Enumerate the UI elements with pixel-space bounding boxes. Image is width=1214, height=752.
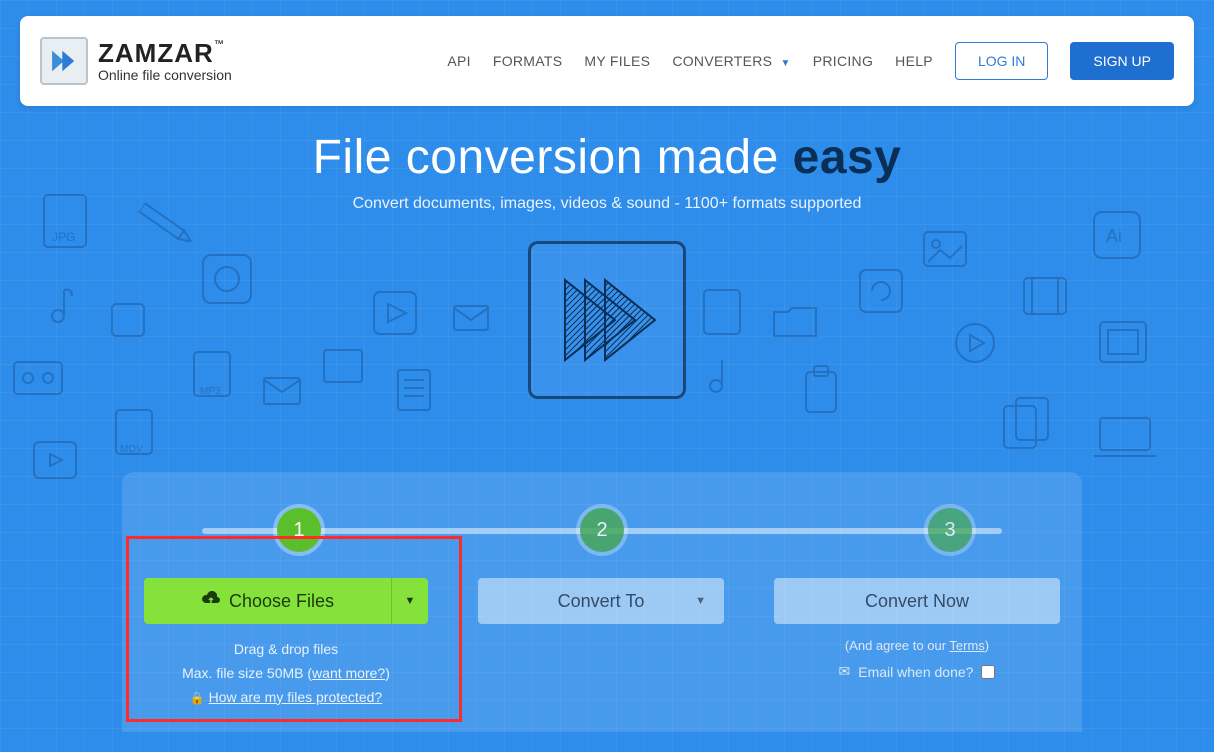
doodle-cassette-icon [10, 358, 66, 403]
choose-files-group: Choose Files ▼ [144, 578, 428, 624]
terms-agreement: (And agree to our Terms) [774, 638, 1060, 653]
choose-files-label: Choose Files [229, 591, 334, 612]
doodle-folder-icon [770, 300, 820, 345]
doodle-mail-icon [452, 304, 490, 337]
brand-name: ZAMZAR [98, 38, 214, 68]
doodle-ai-icon: Ai [1090, 208, 1144, 267]
step-1-column: Choose Files ▼ Drag & drop files Max. fi… [144, 578, 428, 709]
hero-title-strong: easy [793, 131, 902, 184]
mail-icon: ✉ [839, 663, 851, 680]
main-nav: API FORMATS MY FILES CONVERTERS ▼ PRICIN… [447, 42, 1174, 80]
doodle-envelope-icon [262, 376, 302, 411]
terms-suffix: ) [985, 638, 989, 653]
svg-text:Ai: Ai [1106, 226, 1122, 246]
step-track: 1 2 3 [182, 508, 1022, 552]
convert-now-button[interactable]: Convert Now [774, 578, 1060, 624]
choose-files-dropdown-button[interactable]: ▼ [392, 578, 428, 624]
step-indicator-1: 1 [277, 508, 321, 552]
steps-panel: 1 2 3 Choose Files ▼ Drag & drop files [122, 472, 1082, 732]
max-size-prefix: Max. file size 50MB ( [182, 665, 312, 681]
hero-logo-icon [528, 241, 686, 399]
doodle-note-icon [700, 356, 734, 401]
doodle-square-icon [108, 300, 148, 345]
nav-my-files[interactable]: MY FILES [584, 53, 650, 69]
brand-logo[interactable]: ZAMZAR™ Online file conversion [40, 37, 232, 85]
doodle-sync-icon [856, 266, 906, 321]
nav-converters[interactable]: CONVERTERS ▼ [672, 53, 790, 69]
chevron-down-icon: ▼ [405, 595, 416, 607]
drag-drop-hint: Drag & drop files [144, 638, 428, 662]
hero: File conversion made easy Convert docume… [0, 130, 1214, 399]
doodle-playcircle-icon [952, 320, 998, 371]
doodle-filmstrip-icon [320, 346, 366, 391]
hero-title-prefix: File conversion made [313, 131, 793, 184]
max-file-size: Max. file size 50MB (want more?) [144, 662, 428, 686]
hero-title: File conversion made easy [0, 130, 1214, 185]
nav-pricing[interactable]: PRICING [813, 53, 873, 69]
doodle-laptop-icon [1090, 412, 1160, 467]
signup-button[interactable]: SIGN UP [1070, 42, 1174, 80]
doodle-film-icon [1020, 274, 1070, 323]
doodle-music-icon [36, 284, 76, 333]
cloud-upload-icon [201, 591, 221, 612]
svg-text:MOV: MOV [120, 444, 143, 455]
doodle-video-icon [30, 438, 80, 487]
nav-formats[interactable]: FORMATS [493, 53, 563, 69]
terms-prefix: (And agree to our [845, 638, 950, 653]
doodle-play-icon [370, 288, 420, 343]
doodle-refresh-icon [200, 252, 254, 311]
brand-mark-icon [40, 37, 88, 85]
step-2-column: Convert To ▼ [468, 578, 734, 709]
nav-api[interactable]: API [447, 53, 470, 69]
doodle-jpg-icon: JPG [40, 191, 90, 256]
header-bar: ZAMZAR™ Online file conversion API FORMA… [20, 16, 1194, 106]
doodle-mp3-icon: MP3 [190, 348, 234, 405]
login-button[interactable]: LOG IN [955, 42, 1048, 80]
brand-tm: ™ [214, 39, 224, 50]
brand-tagline: Online file conversion [98, 68, 232, 82]
doodle-mov-icon: MOV [112, 406, 156, 463]
nav-help[interactable]: HELP [895, 53, 933, 69]
email-when-done-label: Email when done? [858, 664, 973, 680]
svg-text:MP3: MP3 [200, 386, 221, 397]
convert-now-label: Convert Now [865, 591, 969, 612]
step-indicator-3: 3 [928, 508, 972, 552]
want-more-link[interactable]: want more? [312, 665, 385, 681]
doodle-copy-icon [1000, 394, 1052, 457]
doodle-clipboard-icon [800, 364, 842, 421]
lock-icon: 🔒 [190, 691, 205, 705]
terms-link[interactable]: Terms [949, 638, 984, 653]
chevron-down-icon: ▼ [695, 595, 706, 607]
files-protected-link[interactable]: How are my files protected? [209, 689, 383, 705]
doodle-picture-icon [1096, 318, 1150, 371]
step-3-column: Convert Now (And agree to our Terms) ✉ E… [774, 578, 1060, 709]
convert-to-button[interactable]: Convert To ▼ [478, 578, 724, 624]
doodle-page-icon [700, 286, 744, 343]
step-indicator-2: 2 [580, 508, 624, 552]
max-size-suffix: ) [385, 665, 390, 681]
chevron-down-icon: ▼ [781, 58, 791, 69]
convert-to-label: Convert To [558, 591, 645, 612]
svg-text:JPG: JPG [52, 230, 75, 244]
choose-files-button[interactable]: Choose Files [144, 578, 392, 624]
doodle-doc-icon [394, 366, 434, 419]
hero-subtitle: Convert documents, images, videos & soun… [0, 195, 1214, 213]
nav-converters-label: CONVERTERS [672, 53, 772, 69]
doodle-image-icon [920, 228, 970, 275]
email-when-done-checkbox[interactable] [981, 665, 995, 679]
